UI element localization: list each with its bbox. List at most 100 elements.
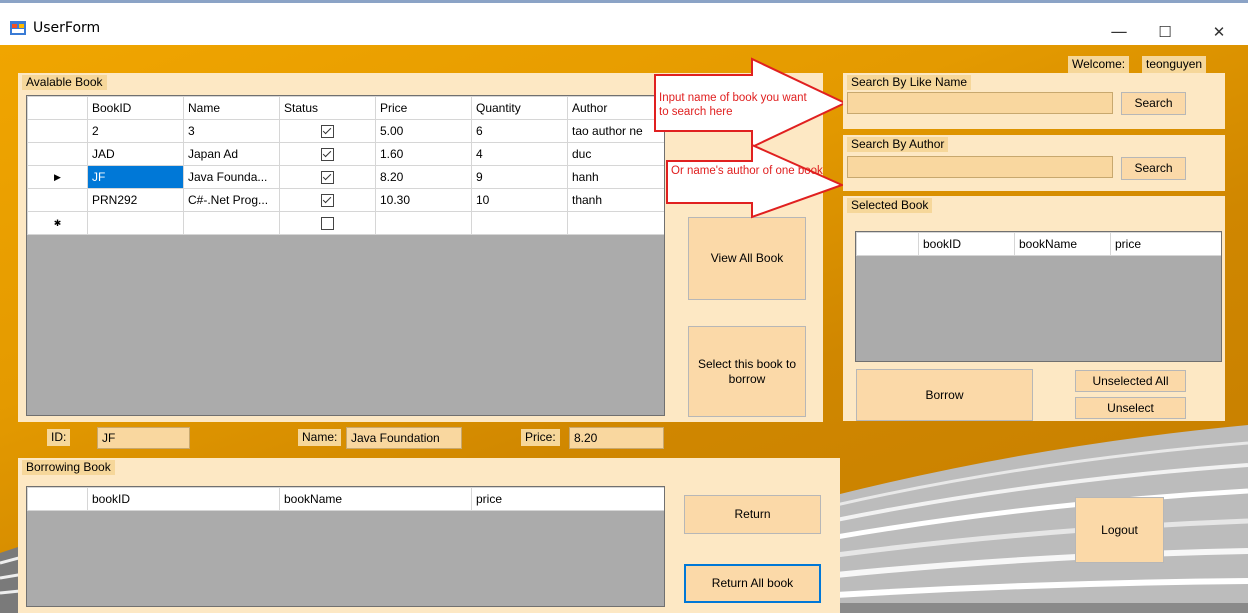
cell-price[interactable]: 1.60 [375,142,472,166]
row-marker[interactable] [27,119,88,143]
view-all-book-button[interactable]: View All Book [688,217,806,300]
search-name-button[interactable]: Search [1121,92,1186,115]
column-header-bookid[interactable]: bookID [87,487,280,511]
cell-price[interactable] [375,211,472,235]
cell-name[interactable] [183,211,280,235]
unselected-all-button[interactable]: Unselected All [1075,370,1186,392]
cell-bookid[interactable] [87,211,184,235]
column-header-status[interactable]: Status [279,96,376,120]
selected-book-caption: Selected Book [847,198,933,213]
select-book-to-borrow-button[interactable]: Select this book to borrow [688,326,806,417]
annotation-arrows [654,57,848,219]
status-checkbox[interactable] [321,194,334,208]
status-checkbox[interactable] [321,148,334,162]
cell-quantity[interactable] [471,211,568,235]
row-marker[interactable] [27,142,88,166]
status-checkbox[interactable] [321,171,334,185]
new-row-asterisk-icon[interactable]: ✱ [27,211,88,235]
cell-author[interactable]: hanh [567,165,664,189]
status-checkbox[interactable] [321,217,334,231]
row-marker-current-icon[interactable]: ▶ [27,165,88,189]
cell-status[interactable] [279,211,376,235]
column-header-bookname[interactable]: bookName [279,487,472,511]
id-field[interactable]: JF [97,427,190,449]
price-field[interactable]: 8.20 [569,427,664,449]
search-author-input[interactable] [847,156,1113,178]
cell-bookid[interactable]: JAD [87,142,184,166]
unselect-button[interactable]: Unselect [1075,397,1186,419]
column-header-bookname[interactable]: bookName [1014,232,1111,256]
cell-status[interactable] [279,119,376,143]
logout-button[interactable]: Logout [1075,497,1164,563]
cell-price[interactable]: 5.00 [375,119,472,143]
maximize-icon[interactable]: ☐ [1142,17,1188,47]
selected-book-table: bookID bookName price [856,232,1221,256]
cell-quantity[interactable]: 4 [471,142,568,166]
cell-name[interactable]: C#-.Net Prog... [183,188,280,212]
cell-status[interactable] [279,142,376,166]
close-icon[interactable]: ✕ [1196,17,1242,47]
column-header-author[interactable]: Author [567,96,664,120]
table-row[interactable]: JAD Japan Ad 1.60 4 duc [27,142,664,166]
arrow-right-icon [666,143,845,219]
title-bar [0,0,1248,45]
column-header-bookid[interactable]: bookID [918,232,1015,256]
cell-name[interactable]: Japan Ad [183,142,280,166]
row-marker[interactable] [27,188,88,212]
cell-status[interactable] [279,165,376,189]
name-label: Name: [298,429,342,446]
cell-price[interactable]: 10.30 [375,188,472,212]
id-label: ID: [47,429,71,446]
cell-bookid[interactable]: PRN292 [87,188,184,212]
column-header-name[interactable]: Name [183,96,280,120]
row-header-corner [27,487,88,511]
table-row[interactable]: ▶ JF Java Founda... 8.20 9 hanh [27,165,664,189]
search-author-button[interactable]: Search [1121,157,1186,180]
available-book-caption: Avalable Book [22,75,107,90]
minimize-icon[interactable]: — [1096,17,1142,47]
name-field[interactable]: Java Foundation [346,427,462,449]
selected-header-row: bookID bookName price [856,232,1221,256]
cell-price[interactable]: 8.20 [375,165,472,189]
status-checkbox[interactable] [321,125,334,139]
app-icon [10,21,26,35]
table-row[interactable]: 2 3 5.00 6 tao author ne [27,119,664,143]
table-row[interactable]: PRN292 C#-.Net Prog... 10.30 10 thanh [27,188,664,212]
cell-name[interactable]: Java Founda... [183,165,280,189]
return-button[interactable]: Return [684,495,821,534]
borrowing-book-table: bookID bookName price [27,487,664,511]
column-header-bookid[interactable]: BookID [87,96,184,120]
borrow-button[interactable]: Borrow [856,369,1033,421]
borrowing-header-row: bookID bookName price [27,487,664,511]
cell-bookid-selected[interactable]: JF [87,165,184,189]
annotation-search-name-hint: Input name of book you want to search he… [659,92,807,118]
window-title: UserForm [33,20,101,36]
cell-author[interactable]: tao author ne [567,119,664,143]
cell-name[interactable]: 3 [183,119,280,143]
borrowing-book-grid[interactable]: bookID bookName price [26,486,665,607]
cell-status[interactable] [279,188,376,212]
return-all-book-button[interactable]: Return All book [684,564,821,603]
column-header-quantity[interactable]: Quantity [471,96,568,120]
column-header-price[interactable]: Price [375,96,472,120]
new-row[interactable]: ✱ [27,211,664,235]
column-header-price[interactable]: price [1110,232,1221,256]
search-name-input[interactable] [847,92,1113,114]
selected-book-grid[interactable]: bookID bookName price [855,231,1222,362]
cell-quantity[interactable]: 10 [471,188,568,212]
available-book-grid[interactable]: BookID Name Status Price Quantity Author… [26,95,665,416]
cell-author[interactable]: duc [567,142,664,166]
title-bar-accent [0,0,1248,3]
cell-bookid[interactable]: 2 [87,119,184,143]
cell-quantity[interactable]: 9 [471,165,568,189]
borrowing-book-caption: Borrowing Book [22,460,115,475]
welcome-username: teonguyen [1142,56,1207,73]
cell-quantity[interactable]: 6 [471,119,568,143]
price-label: Price: [521,429,560,446]
row-header-corner [856,232,919,256]
welcome-label: Welcome: [1068,56,1130,73]
cell-author[interactable] [567,211,664,235]
form-client-area: Avalable Book BookID Name Status Price Q… [0,45,1248,613]
cell-author[interactable]: thanh [567,188,664,212]
column-header-price[interactable]: price [471,487,664,511]
